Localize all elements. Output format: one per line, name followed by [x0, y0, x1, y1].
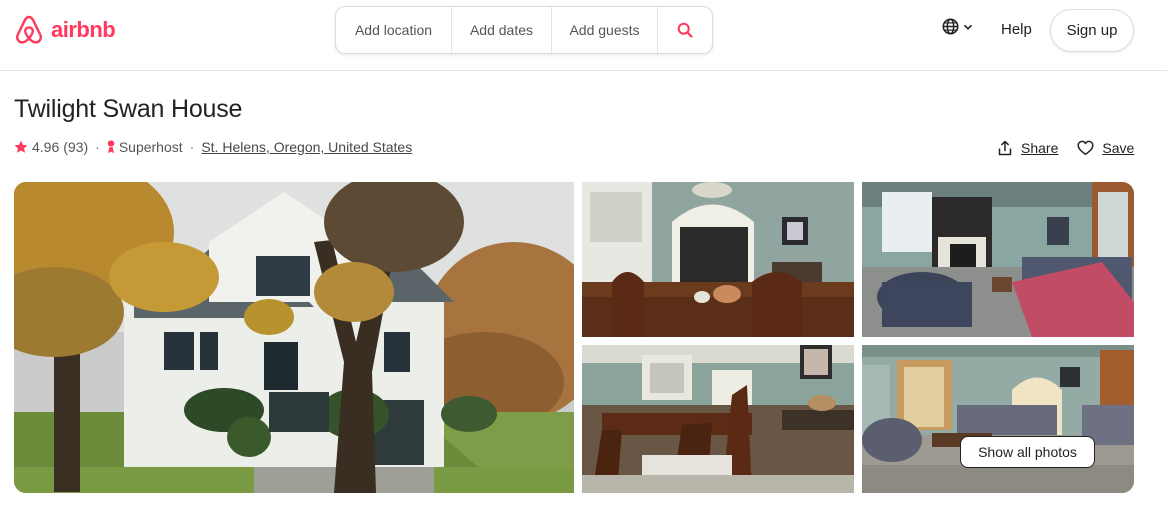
- separator-dot: ·: [189, 139, 195, 155]
- heart-icon: [1077, 140, 1094, 156]
- house-exterior-image: [14, 182, 574, 493]
- airbnb-logo-icon: [16, 15, 42, 44]
- photo-dining-area[interactable]: [582, 345, 854, 493]
- search-bar[interactable]: Add location Add dates Add guests: [335, 6, 713, 54]
- add-location-button[interactable]: Add location: [336, 7, 452, 53]
- photo-house-exterior[interactable]: [14, 182, 574, 493]
- photo-dining-room[interactable]: [582, 182, 854, 337]
- save-label: Save: [1102, 140, 1135, 156]
- search-button[interactable]: [658, 7, 712, 53]
- living-room-2-image: [862, 345, 1134, 493]
- sign-up-button[interactable]: Sign up: [1050, 9, 1134, 52]
- search-icon: [677, 22, 693, 38]
- superhost-label: Superhost: [118, 139, 183, 155]
- logo-wordmark: airbnb: [51, 17, 116, 42]
- listing-meta: 4.96 (93) · Superhost · St. Helens, Oreg…: [14, 139, 412, 155]
- airbnb-logo[interactable]: airbnb: [13, 14, 116, 46]
- save-button[interactable]: Save: [1077, 140, 1134, 156]
- add-dates-button[interactable]: Add dates: [452, 7, 552, 53]
- dining-area-image: [582, 345, 854, 493]
- globe-icon: [942, 18, 959, 35]
- share-icon: [998, 140, 1012, 156]
- top-nav: airbnb Add location Add dates Add guests…: [0, 0, 1167, 71]
- star-icon: [14, 140, 28, 153]
- photo-living-room[interactable]: [862, 182, 1134, 337]
- share-button[interactable]: Share: [997, 140, 1058, 156]
- rating-value: 4.96: [32, 139, 60, 155]
- help-link[interactable]: Help: [1001, 21, 1032, 38]
- listing-actions: Share Save: [997, 140, 1134, 156]
- separator-dot: ·: [95, 139, 100, 155]
- chevron-down-icon: [963, 24, 973, 30]
- listing-title: Twilight Swan House: [14, 95, 243, 123]
- living-room-image: [862, 182, 1134, 337]
- location-link[interactable]: St. Helens, Oregon, United States: [201, 139, 412, 155]
- superhost-icon: [107, 140, 115, 154]
- language-selector[interactable]: [942, 18, 973, 35]
- photo-living-room-2[interactable]: [862, 345, 1134, 493]
- add-guests-button[interactable]: Add guests: [552, 7, 658, 53]
- show-all-photos-button[interactable]: Show all photos: [960, 436, 1095, 468]
- review-count[interactable]: (93): [63, 139, 88, 155]
- share-label: Share: [1021, 140, 1059, 156]
- dining-room-image: [582, 182, 854, 337]
